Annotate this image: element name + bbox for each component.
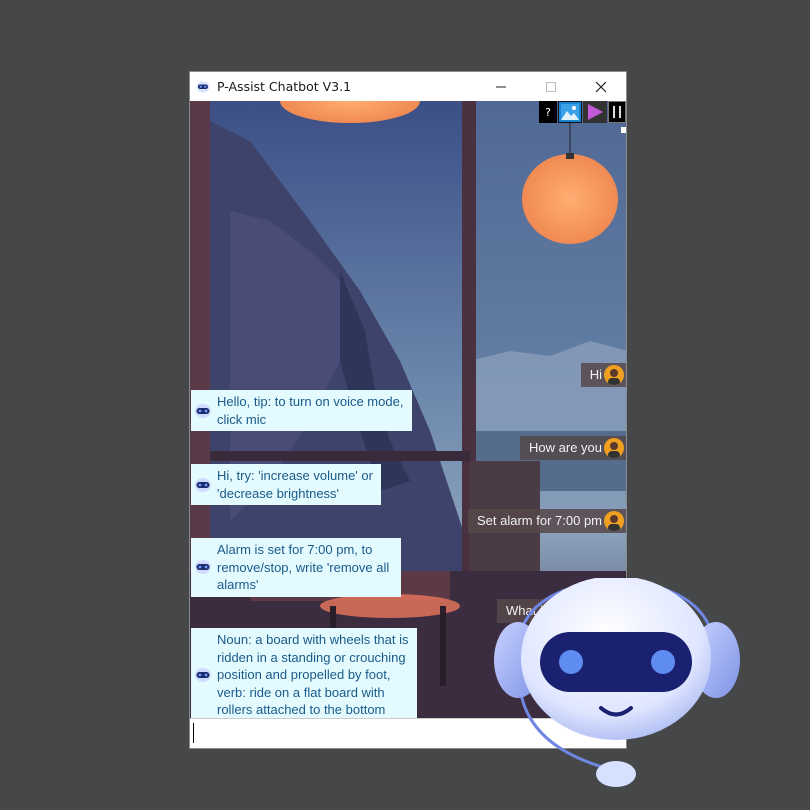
message-line: ridden in a standing or crouching <box>217 649 406 665</box>
title-bar[interactable]: P-Assist Chatbot V3.1 <box>190 72 626 101</box>
bot-message: Hello, tip: to turn on voice mode, click… <box>191 390 412 431</box>
robot-mascot-icon <box>494 578 740 787</box>
user-message: Hi <box>580 363 626 387</box>
play-icon <box>588 104 603 120</box>
message-line: Hello, tip: to turn on voice mode, <box>217 394 404 409</box>
robot-app-icon <box>196 81 210 92</box>
user-message: How are you <box>520 436 626 460</box>
user-avatar <box>604 365 624 385</box>
message-line: Noun: a board with wheels that is <box>217 632 409 647</box>
image-icon <box>561 104 579 120</box>
close-button[interactable] <box>578 72 624 101</box>
message-line: verb: ride on a flat board with <box>217 684 385 700</box>
message-line: alarms' <box>217 577 259 592</box>
maximize-button[interactable] <box>528 72 574 101</box>
message-line: Hi, try: 'increase volume' or <box>217 468 373 483</box>
window-title: P-Assist Chatbot V3.1 <box>217 79 352 94</box>
pause-button[interactable] <box>608 101 626 123</box>
close-icon <box>595 81 607 92</box>
bot-avatar-icon <box>195 477 211 492</box>
message-line: Alarm is set for 7:00 pm, to <box>217 542 373 557</box>
pause-icon <box>613 106 621 118</box>
minimize-icon <box>496 86 506 87</box>
bot-message: Noun: a board with wheels that is ridden… <box>191 628 417 720</box>
message-line: rollers attached to the bottom <box>217 702 386 717</box>
message-line: remove/stop, write 'remove all <box>217 559 390 575</box>
play-button[interactable] <box>583 101 607 123</box>
message-text: Hi <box>589 367 602 382</box>
message-line: 'decrease brightness' <box>217 485 340 501</box>
bot-avatar-icon <box>195 403 211 418</box>
help-label: ? <box>545 105 551 119</box>
user-avatar <box>604 438 624 458</box>
message-text: Set alarm for 7:00 pm <box>477 513 602 528</box>
text-cursor <box>193 723 194 743</box>
toolbar: ? <box>539 101 626 123</box>
help-button[interactable]: ? <box>539 101 557 123</box>
user-avatar <box>604 511 624 531</box>
bot-message: Hi, try: 'increase volume' or 'decrease … <box>191 464 381 505</box>
message-text: How are you <box>529 440 602 455</box>
message-line: position and propelled by foot, <box>217 667 391 682</box>
maximize-icon <box>546 81 556 92</box>
bot-message: Alarm is set for 7:00 pm, to remove/stop… <box>191 538 401 597</box>
scroll-indicator <box>621 127 626 133</box>
change-wallpaper-button[interactable] <box>558 101 582 123</box>
bot-avatar-icon <box>195 560 211 575</box>
minimize-button[interactable] <box>478 72 524 101</box>
user-message: Set alarm for 7:00 pm <box>468 509 626 533</box>
bot-avatar-icon <box>195 667 211 682</box>
message-line: click mic <box>217 411 267 427</box>
